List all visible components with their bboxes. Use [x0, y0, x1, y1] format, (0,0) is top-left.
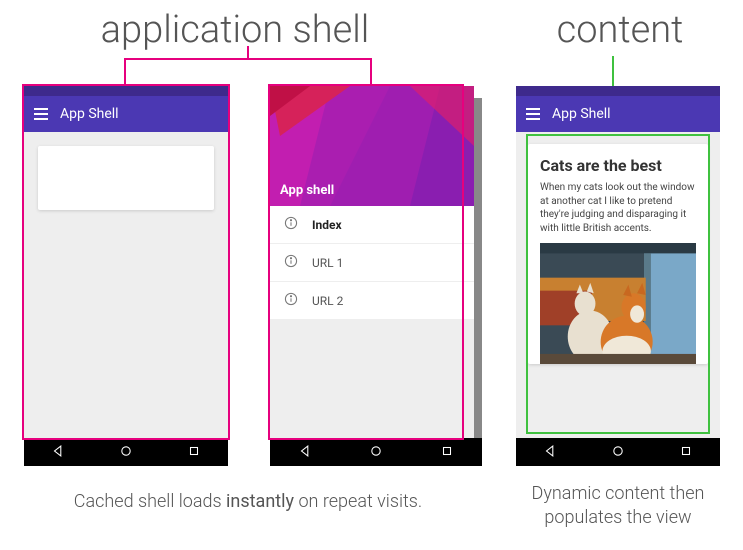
nav-back-icon[interactable] — [51, 443, 65, 462]
connector-content — [612, 56, 614, 86]
drawer-item-url1[interactable]: URL 1 — [270, 244, 474, 282]
app-title: App Shell — [552, 106, 611, 122]
drawer-item-label: URL 1 — [312, 256, 343, 270]
heading-content: content — [520, 8, 720, 52]
statusbar — [24, 86, 228, 96]
nav-recent-icon[interactable] — [440, 443, 454, 462]
android-navbar — [24, 438, 228, 466]
content-title: Cats are the best — [540, 156, 696, 175]
app-title: App Shell — [60, 106, 119, 122]
nav-home-icon[interactable] — [611, 443, 625, 462]
phone-shell-drawer: App shell Index URL 1 URL 2 — [270, 86, 474, 466]
info-icon — [284, 292, 298, 309]
nav-back-icon[interactable] — [298, 443, 312, 462]
phone-content: App Shell Cats are the best When my cats… — [516, 86, 720, 466]
android-navbar — [270, 438, 482, 466]
connector-app-shell — [124, 58, 372, 60]
content-placeholder-card — [38, 146, 214, 210]
drawer-hero-label: App shell — [280, 183, 334, 198]
nav-back-icon[interactable] — [543, 443, 557, 462]
content-card: Cats are the best When my cats look out … — [528, 144, 708, 364]
hamburger-icon[interactable] — [34, 108, 48, 120]
drawer-item-label: Index — [312, 218, 342, 232]
info-icon — [284, 216, 298, 233]
phone-shell-empty: App Shell — [24, 86, 228, 466]
caption-content: Dynamic content then populates the view — [506, 482, 730, 531]
caption-shell: Cached shell loads instantly on repeat v… — [18, 490, 478, 514]
heading-application-shell: application shell — [60, 8, 410, 52]
appbar: App Shell — [516, 96, 720, 132]
drawer-item-url2[interactable]: URL 2 — [270, 282, 474, 320]
android-navbar — [516, 438, 720, 466]
drawer-item-index[interactable]: Index — [270, 206, 474, 244]
drawer-list: Index URL 1 URL 2 — [270, 206, 474, 438]
nav-home-icon[interactable] — [119, 443, 133, 462]
content-body: When my cats look out the window at anot… — [540, 181, 696, 235]
nav-home-icon[interactable] — [369, 443, 383, 462]
statusbar — [516, 86, 720, 96]
drawer-item-label: URL 2 — [312, 294, 343, 308]
appbar: App Shell — [24, 96, 228, 132]
content-image — [540, 243, 696, 364]
hamburger-icon[interactable] — [526, 108, 540, 120]
info-icon — [284, 254, 298, 271]
drawer-hero: App shell — [270, 86, 474, 206]
nav-recent-icon[interactable] — [679, 443, 693, 462]
nav-recent-icon[interactable] — [187, 443, 201, 462]
